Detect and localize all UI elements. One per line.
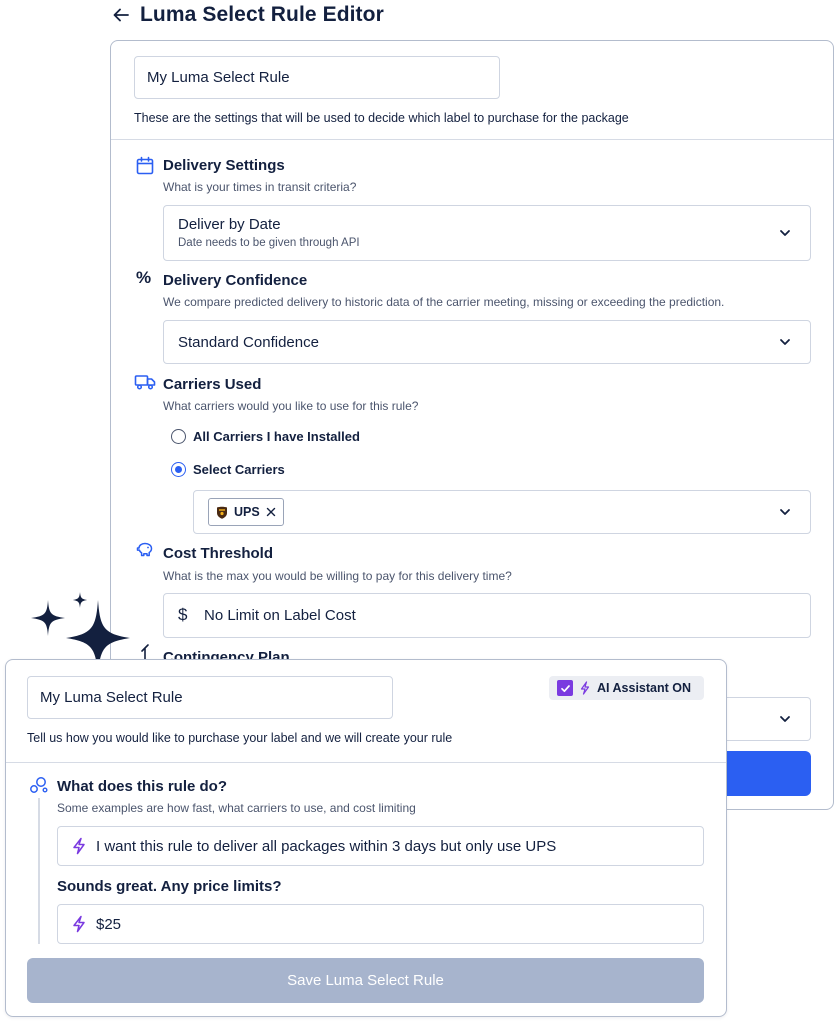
- save-button-label: Save Luma Select Rule: [287, 972, 444, 989]
- page-header: Luma Select Rule Editor: [112, 0, 384, 30]
- cost-threshold-value: No Limit on Label Cost: [204, 607, 356, 624]
- carrier-chip-ups: UPS: [208, 498, 284, 526]
- radio-select-carriers[interactable]: [171, 462, 186, 477]
- chevron-down-icon: [780, 716, 790, 722]
- ai-answer2-field[interactable]: $25: [57, 904, 704, 944]
- piggy-bank-icon: [136, 542, 153, 557]
- save-luma-select-rule-button[interactable]: Save Luma Select Rule: [27, 958, 704, 1003]
- delivery-settings-hint: Date needs to be given through API: [178, 237, 360, 249]
- delivery-confidence-subtitle: We compare predicted delivery to histori…: [163, 295, 725, 309]
- delivery-settings-title: Delivery Settings: [163, 157, 285, 174]
- ai-question2-title: Sounds great. Any price limits?: [57, 878, 282, 895]
- chevron-down-icon: [780, 509, 790, 515]
- close-icon[interactable]: [266, 507, 276, 517]
- delivery-settings-subtitle: What is your times in transit criteria?: [163, 180, 357, 194]
- carrier-multiselect[interactable]: UPS: [193, 490, 811, 534]
- ai-assistant-toggle[interactable]: AI Assistant ON: [549, 676, 704, 700]
- ai-rule-name-input[interactable]: [27, 676, 393, 719]
- ai-thread-line: [38, 798, 40, 944]
- percent-icon: %: [136, 268, 152, 287]
- ups-logo-icon: [217, 506, 227, 519]
- delivery-confidence-title: Delivery Confidence: [163, 272, 308, 289]
- carriers-used-title: Carriers Used: [163, 376, 262, 393]
- ai-question1-subtitle: Some examples are how fast, what carrier…: [57, 801, 416, 815]
- carriers-used-subtitle: What carriers would you like to use for …: [163, 399, 419, 413]
- ai-answer1-field[interactable]: I want this rule to deliver all packages…: [57, 826, 704, 866]
- delivery-settings-select[interactable]: Deliver by Date Date needs to be given t…: [163, 205, 811, 261]
- delivery-settings-value: Deliver by Date: [178, 216, 281, 233]
- dollar-icon: $: [178, 605, 188, 624]
- ai-answer1-text: I want this rule to deliver all packages…: [96, 837, 557, 855]
- radio-select-carriers-label[interactable]: Select Carriers: [193, 462, 285, 477]
- truck-icon: [134, 375, 156, 390]
- carrier-chip-label: UPS: [234, 505, 260, 519]
- rule-name-input[interactable]: [134, 56, 500, 99]
- ai-answer2-text: $25: [96, 915, 122, 933]
- editor-divider: [111, 139, 833, 140]
- ai-question1-title: What does this rule do?: [57, 778, 228, 795]
- back-arrow-icon[interactable]: [112, 6, 130, 24]
- calendar-icon: [136, 156, 154, 175]
- delivery-confidence-select[interactable]: Standard Confidence: [163, 320, 811, 364]
- cost-threshold-subtitle: What is the max you would be willing to …: [163, 569, 512, 583]
- lightning-icon: [73, 837, 85, 855]
- editor-description: These are the settings that will be used…: [134, 111, 629, 125]
- ai-toggle-label: AI Assistant ON: [597, 681, 692, 695]
- lightning-icon: [73, 915, 85, 933]
- ai-checkbox[interactable]: [557, 680, 573, 696]
- checkmark-icon: [560, 684, 570, 692]
- chevron-down-icon: [780, 230, 790, 236]
- chevron-down-icon: [780, 339, 790, 345]
- ai-divider: [6, 762, 726, 763]
- delivery-confidence-value: Standard Confidence: [178, 334, 319, 351]
- lightning-icon: [580, 681, 590, 695]
- radio-all-carriers-label[interactable]: All Carriers I have Installed: [193, 429, 360, 444]
- ai-description: Tell us how you would like to purchase y…: [27, 731, 453, 745]
- cost-threshold-title: Cost Threshold: [163, 545, 274, 562]
- page-title: Luma Select Rule Editor: [140, 3, 384, 26]
- radio-all-carriers[interactable]: [171, 429, 186, 444]
- cost-threshold-input[interactable]: $ No Limit on Label Cost: [163, 593, 811, 638]
- bubbles-icon: [30, 777, 48, 793]
